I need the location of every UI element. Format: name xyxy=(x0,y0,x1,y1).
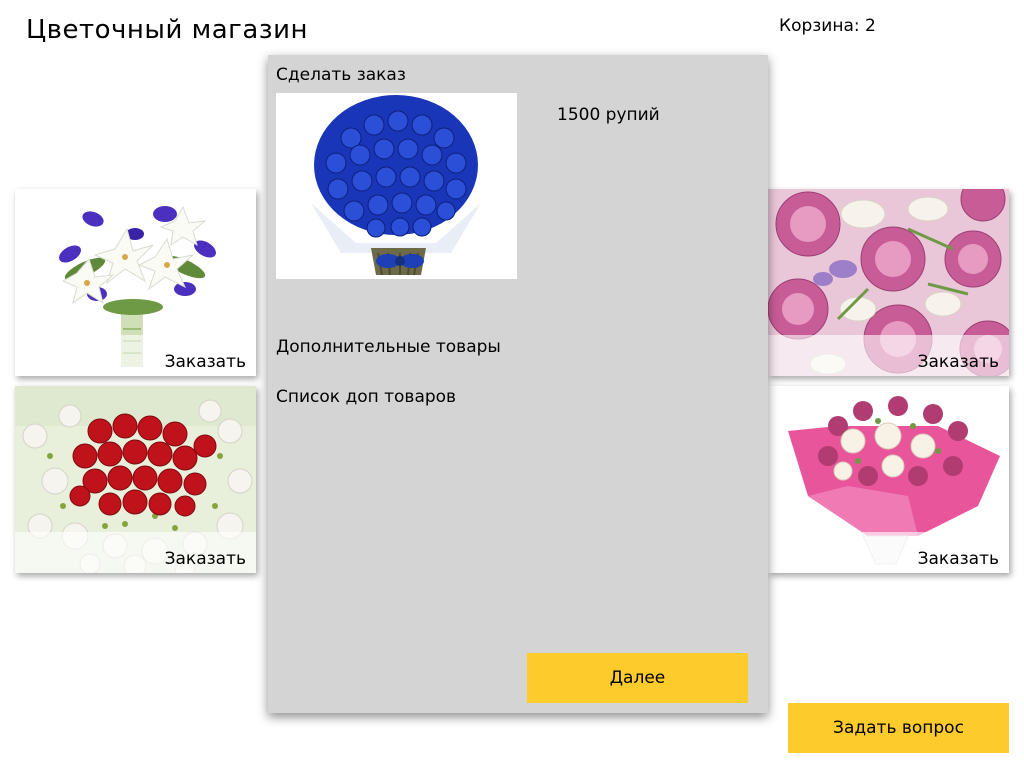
order-link[interactable]: Заказать xyxy=(165,351,246,373)
next-button[interactable]: Далее xyxy=(527,653,748,703)
product-card-red-roses[interactable]: Заказать xyxy=(15,386,256,573)
cart-counter[interactable]: Корзина: 2 xyxy=(779,15,876,37)
modal-title: Сделать заказ xyxy=(276,65,406,85)
order-link[interactable]: Заказать xyxy=(918,548,999,570)
modal-price: 1500 рупий xyxy=(557,105,660,125)
extras-heading: Дополнительные товары xyxy=(276,337,501,357)
order-modal: Сделать заказ 1500 рупий Дополнительные … xyxy=(268,55,768,713)
product-card-lilies[interactable]: Заказать xyxy=(15,189,256,376)
extras-list: Список доп товаров xyxy=(276,387,457,407)
product-card-pink-roses[interactable]: Заказать xyxy=(768,189,1009,376)
flower-shop-page: Цветочный магазин Корзина: 2 Заказать За… xyxy=(0,0,1024,768)
bouquet-blue-roses-image xyxy=(276,93,517,279)
ask-question-button[interactable]: Задать вопрос xyxy=(788,703,1009,753)
shop-title: Цветочный магазин xyxy=(26,15,308,45)
order-link[interactable]: Заказать xyxy=(165,548,246,570)
product-card-chrysanthemums[interactable]: Заказать xyxy=(768,386,1009,573)
order-link[interactable]: Заказать xyxy=(918,351,999,373)
